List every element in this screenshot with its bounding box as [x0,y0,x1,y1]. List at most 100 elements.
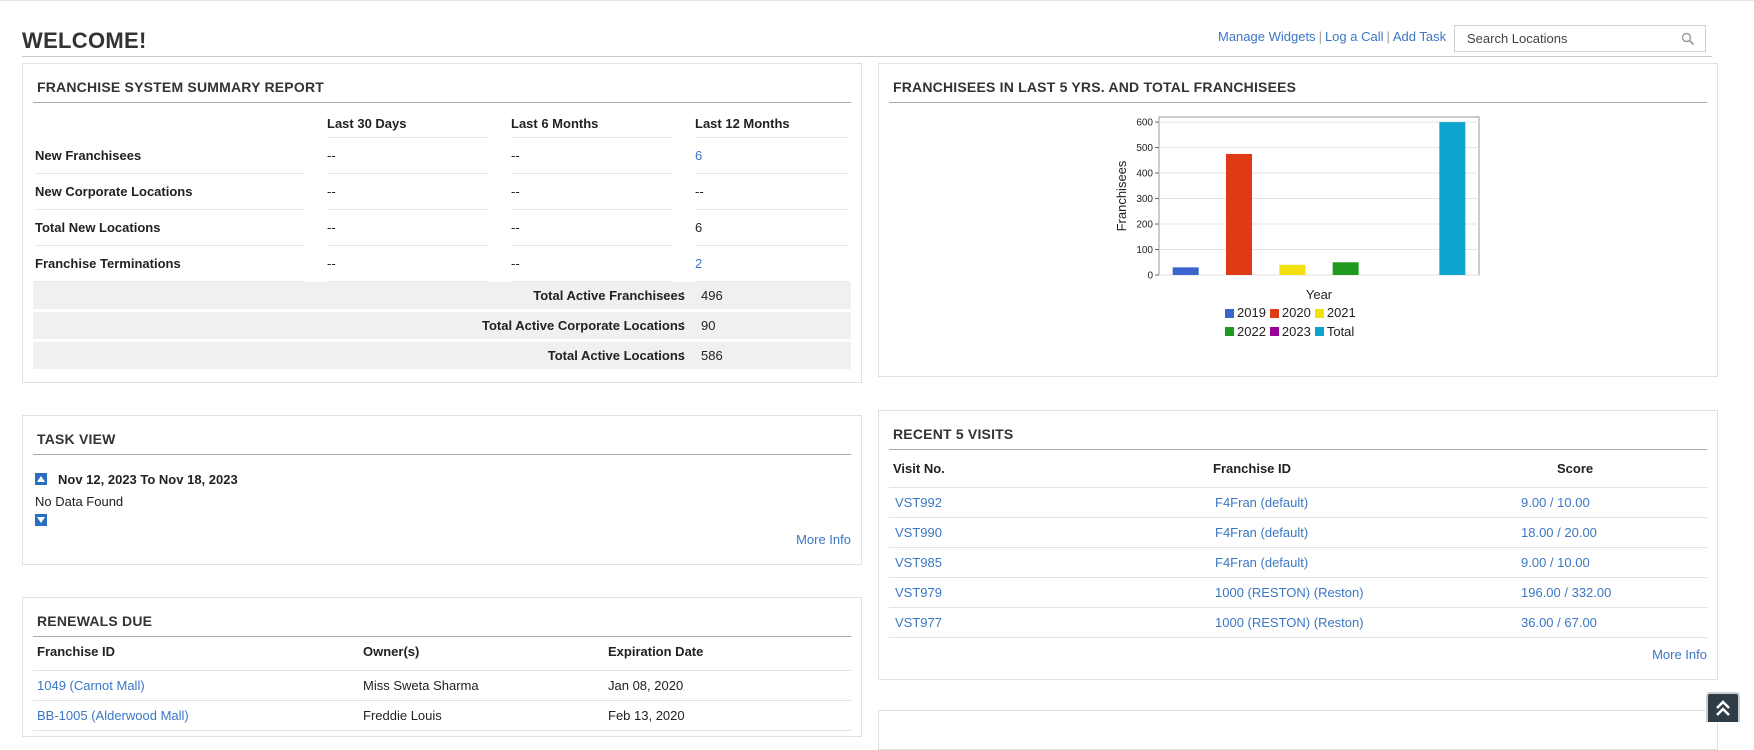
score-link[interactable]: 9.00 / 10.00 [1521,495,1590,510]
total-active-franchisees-row: Total Active Franchisees : 496 [33,282,851,309]
table-row: VST977 1000 (RESTON) (Reston) 36.00 / 67… [889,607,1707,638]
table-row: New Franchisees -- -- 6 [33,138,851,174]
cell-value: -- [511,138,673,174]
franchise-id-link[interactable]: F4Fran (default) [1215,555,1308,570]
summary-column-header: Last 12 Months [693,104,851,138]
legend-item: 2020 [1269,304,1311,322]
total-active-locations-row: Total Active Locations : 586 [33,342,851,369]
row-label: New Franchisees [35,138,305,174]
franchise-id-link[interactable]: 1049 (Carnot Mall) [37,678,145,693]
table-row: VST985 F4Fran (default) 9.00 / 10.00 [889,547,1707,578]
row-label: Franchise Terminations [35,246,305,282]
search-icon[interactable] [1681,32,1695,46]
visits-more-info-link[interactable]: More Info [1652,647,1707,662]
table-row: VST979 1000 (RESTON) (Reston) 196.00 / 3… [889,577,1707,608]
cell-value: -- [511,210,673,246]
score-link[interactable]: 36.00 / 67.00 [1521,615,1597,630]
legend-label: Total [1326,323,1355,339]
next-widget-panel [878,710,1718,750]
cell-value: -- [511,174,673,210]
franchise-id-link[interactable]: 1000 (RESTON) (Reston) [1215,585,1364,600]
total-label: Total Active Corporate Locations [482,318,685,333]
panel-divider [33,454,851,455]
x-axis-label: Year [1306,287,1333,302]
legend-item: 2023 [1269,323,1311,341]
renewals-table: Franchise ID Owner(s) Expiration Date 10… [33,634,851,731]
bar-2020 [1226,153,1252,275]
legend-label: 2020 [1281,305,1311,320]
chart-legend: 2019 2020 2021 2022 2023 Total [1225,304,1360,341]
visits-table: Visit No. Franchise ID Score VST992 F4Fr… [889,451,1707,638]
search-locations-input[interactable] [1454,25,1706,52]
scroll-to-top-button[interactable] [1706,692,1740,722]
double-chevron-up-icon [1716,700,1730,716]
visits-column-header: Franchise ID [1209,451,1519,488]
visit-number-link[interactable]: VST990 [895,525,942,540]
owner-name: Freddie Louis [359,700,604,731]
franchise-id-link[interactable]: 1000 (RESTON) (Reston) [1215,615,1364,630]
recent-visits-title: RECENT 5 VISITS [893,426,1014,442]
header-divider [22,56,1712,57]
page-title: WELCOME! [22,28,147,53]
legend-label: 2021 [1326,305,1356,320]
task-view-panel: TASK VIEW Nov 12, 2023 To Nov 18, 2023 N… [22,415,862,565]
panel-divider [889,449,1707,450]
visit-number-link[interactable]: VST992 [895,495,942,510]
total-label: Total Active Locations [547,348,685,363]
separator: | [1318,29,1322,44]
score-link[interactable]: 196.00 / 332.00 [1521,585,1611,600]
legend-label: 2019 [1237,305,1266,320]
legend-swatch [1225,327,1234,336]
cell-value: -- [327,246,489,282]
expiration-date: Feb 13, 2020 [604,700,851,731]
top-border [0,0,1754,1]
visit-number-link[interactable]: VST979 [895,585,942,600]
franchise-id-link[interactable]: F4Fran (default) [1215,525,1308,540]
manage-widgets-link[interactable]: Manage Widgets [1218,29,1316,44]
cell-value: -- [327,174,489,210]
legend-swatch [1269,327,1279,336]
total-value: 586 [701,348,723,363]
cell-value: -- [327,138,489,174]
summary-report-title: FRANCHISE SYSTEM SUMMARY REPORT [37,79,324,95]
legend-item: Total [1314,323,1355,341]
renewals-column-header: Owner(s) [359,634,604,671]
summary-column-header: Last 30 Days [325,104,509,138]
y-tick-label: 400 [1136,169,1153,180]
score-link[interactable]: 18.00 / 20.00 [1521,525,1597,540]
tasks-more-info-link[interactable]: More Info [796,532,851,547]
total-value: 496 [701,288,723,303]
franchise-id-link[interactable]: BB-1005 (Alderwood Mall) [37,708,189,723]
next-week-icon[interactable] [35,514,47,526]
header-actions: Manage Widgets | Log a Call | Add Task [1218,29,1446,44]
visit-number-link[interactable]: VST977 [895,615,942,630]
table-row: BB-1005 (Alderwood Mall) Freddie Louis F… [33,700,851,731]
renewals-due-title: RENEWALS DUE [37,613,153,629]
total-colon: : [681,287,685,302]
log-a-call-link[interactable]: Log a Call [1325,29,1384,44]
renewals-column-header: Expiration Date [604,634,851,671]
y-tick-label: 100 [1136,245,1153,256]
new-franchisees-12m-link[interactable]: 6 [695,138,849,174]
bar-2019 [1172,267,1199,275]
separator: | [1386,29,1390,44]
franchisees-chart-panel: FRANCHISEES IN LAST 5 YRS. AND TOTAL FRA… [878,63,1718,377]
y-tick-label: 600 [1136,118,1153,129]
table-row: Franchise Terminations -- -- 2 [33,246,851,282]
row-label: New Corporate Locations [35,174,305,210]
legend-swatch [1314,327,1324,336]
score-link[interactable]: 9.00 / 10.00 [1521,555,1590,570]
add-task-link[interactable]: Add Task [1393,29,1446,44]
table-row: VST990 F4Fran (default) 18.00 / 20.00 [889,517,1707,548]
visit-number-link[interactable]: VST985 [895,555,942,570]
legend-item: 2022 [1225,323,1266,341]
cell-value: -- [511,246,673,282]
table-row: New Corporate Locations -- -- -- [33,174,851,210]
y-tick-label: 0 [1147,271,1153,282]
expiration-date: Jan 08, 2020 [604,670,851,701]
panel-divider [889,102,1707,103]
total-colon: : [681,347,685,362]
franchise-terminations-12m-link[interactable]: 2 [695,246,849,282]
previous-week-icon[interactable] [35,473,47,485]
franchise-id-link[interactable]: F4Fran (default) [1215,495,1308,510]
